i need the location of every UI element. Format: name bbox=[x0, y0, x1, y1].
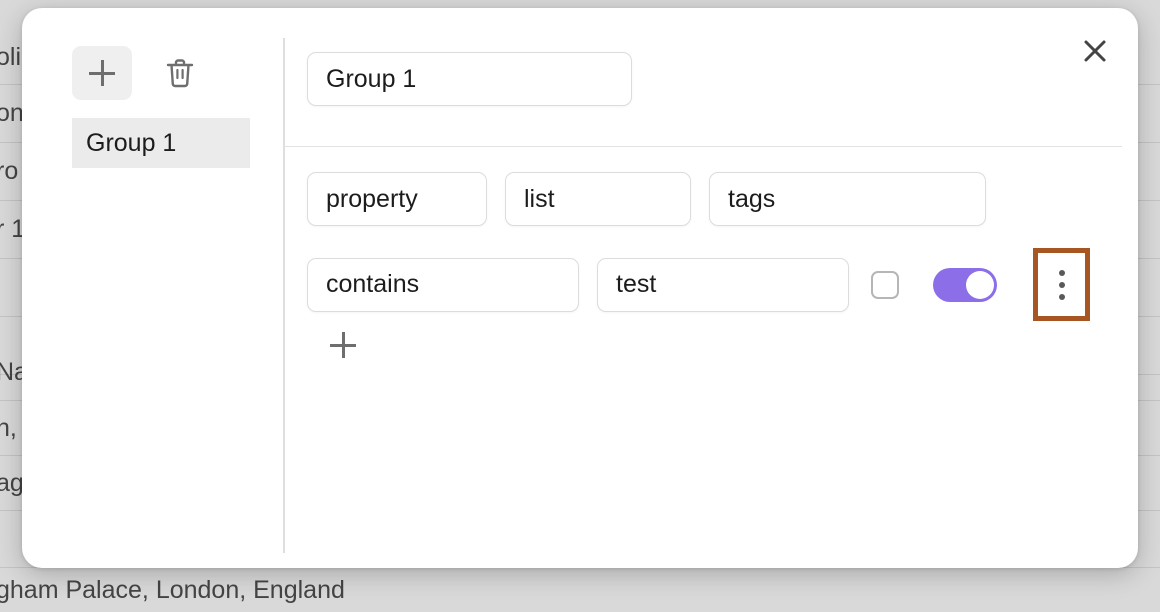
sidebar-toolbar bbox=[72, 46, 210, 100]
value-field[interactable]: test bbox=[597, 257, 849, 312]
background-row-text: oli bbox=[0, 42, 22, 71]
background-row-text: n, bbox=[0, 413, 17, 442]
add-condition-button[interactable] bbox=[325, 327, 361, 363]
condition-row: property list tags bbox=[307, 172, 1097, 226]
plus-icon bbox=[330, 332, 356, 358]
group-name-row: Group 1 bbox=[307, 52, 632, 106]
background-row-text: ro bbox=[0, 157, 19, 185]
condition-menu-button[interactable] bbox=[1033, 248, 1090, 321]
groups-sidebar: Group 1 bbox=[22, 8, 284, 568]
toggle-knob bbox=[966, 270, 994, 299]
background-table-row-bottom: gham Palace, London, England bbox=[0, 568, 1160, 612]
kebab-dot bbox=[1058, 269, 1065, 276]
trash-icon bbox=[166, 59, 194, 88]
kebab-dot bbox=[1058, 293, 1065, 300]
background-row-text: on bbox=[0, 99, 24, 127]
filter-group-dialog: Group 1 Group 1 property list tags conta… bbox=[22, 8, 1138, 568]
group-list-item[interactable]: Group 1 bbox=[72, 118, 250, 168]
group-list: Group 1 bbox=[72, 118, 250, 168]
plus-icon bbox=[89, 60, 115, 86]
group-name-input[interactable]: Group 1 bbox=[307, 52, 632, 106]
tags-field[interactable]: tags bbox=[709, 172, 986, 226]
condition-enabled-toggle[interactable] bbox=[933, 267, 997, 302]
background-row-text: gham Palace, London, England bbox=[0, 575, 345, 604]
kebab-menu-icon bbox=[1058, 269, 1065, 300]
list-field[interactable]: list bbox=[505, 172, 691, 226]
operator-field[interactable]: contains bbox=[307, 257, 579, 312]
condition-checkbox[interactable] bbox=[871, 270, 899, 299]
property-field[interactable]: property bbox=[307, 172, 487, 226]
add-group-button[interactable] bbox=[72, 46, 132, 100]
group-editor-pane: Group 1 property list tags contains test bbox=[284, 8, 1138, 568]
delete-group-button[interactable] bbox=[150, 46, 210, 100]
section-divider bbox=[284, 146, 1122, 147]
condition-row: contains test bbox=[307, 248, 1097, 321]
conditions-list: property list tags contains test bbox=[307, 172, 1097, 363]
group-list-item-label: Group 1 bbox=[86, 128, 177, 157]
kebab-dot bbox=[1058, 281, 1065, 288]
background-row-text: ag bbox=[0, 468, 24, 497]
